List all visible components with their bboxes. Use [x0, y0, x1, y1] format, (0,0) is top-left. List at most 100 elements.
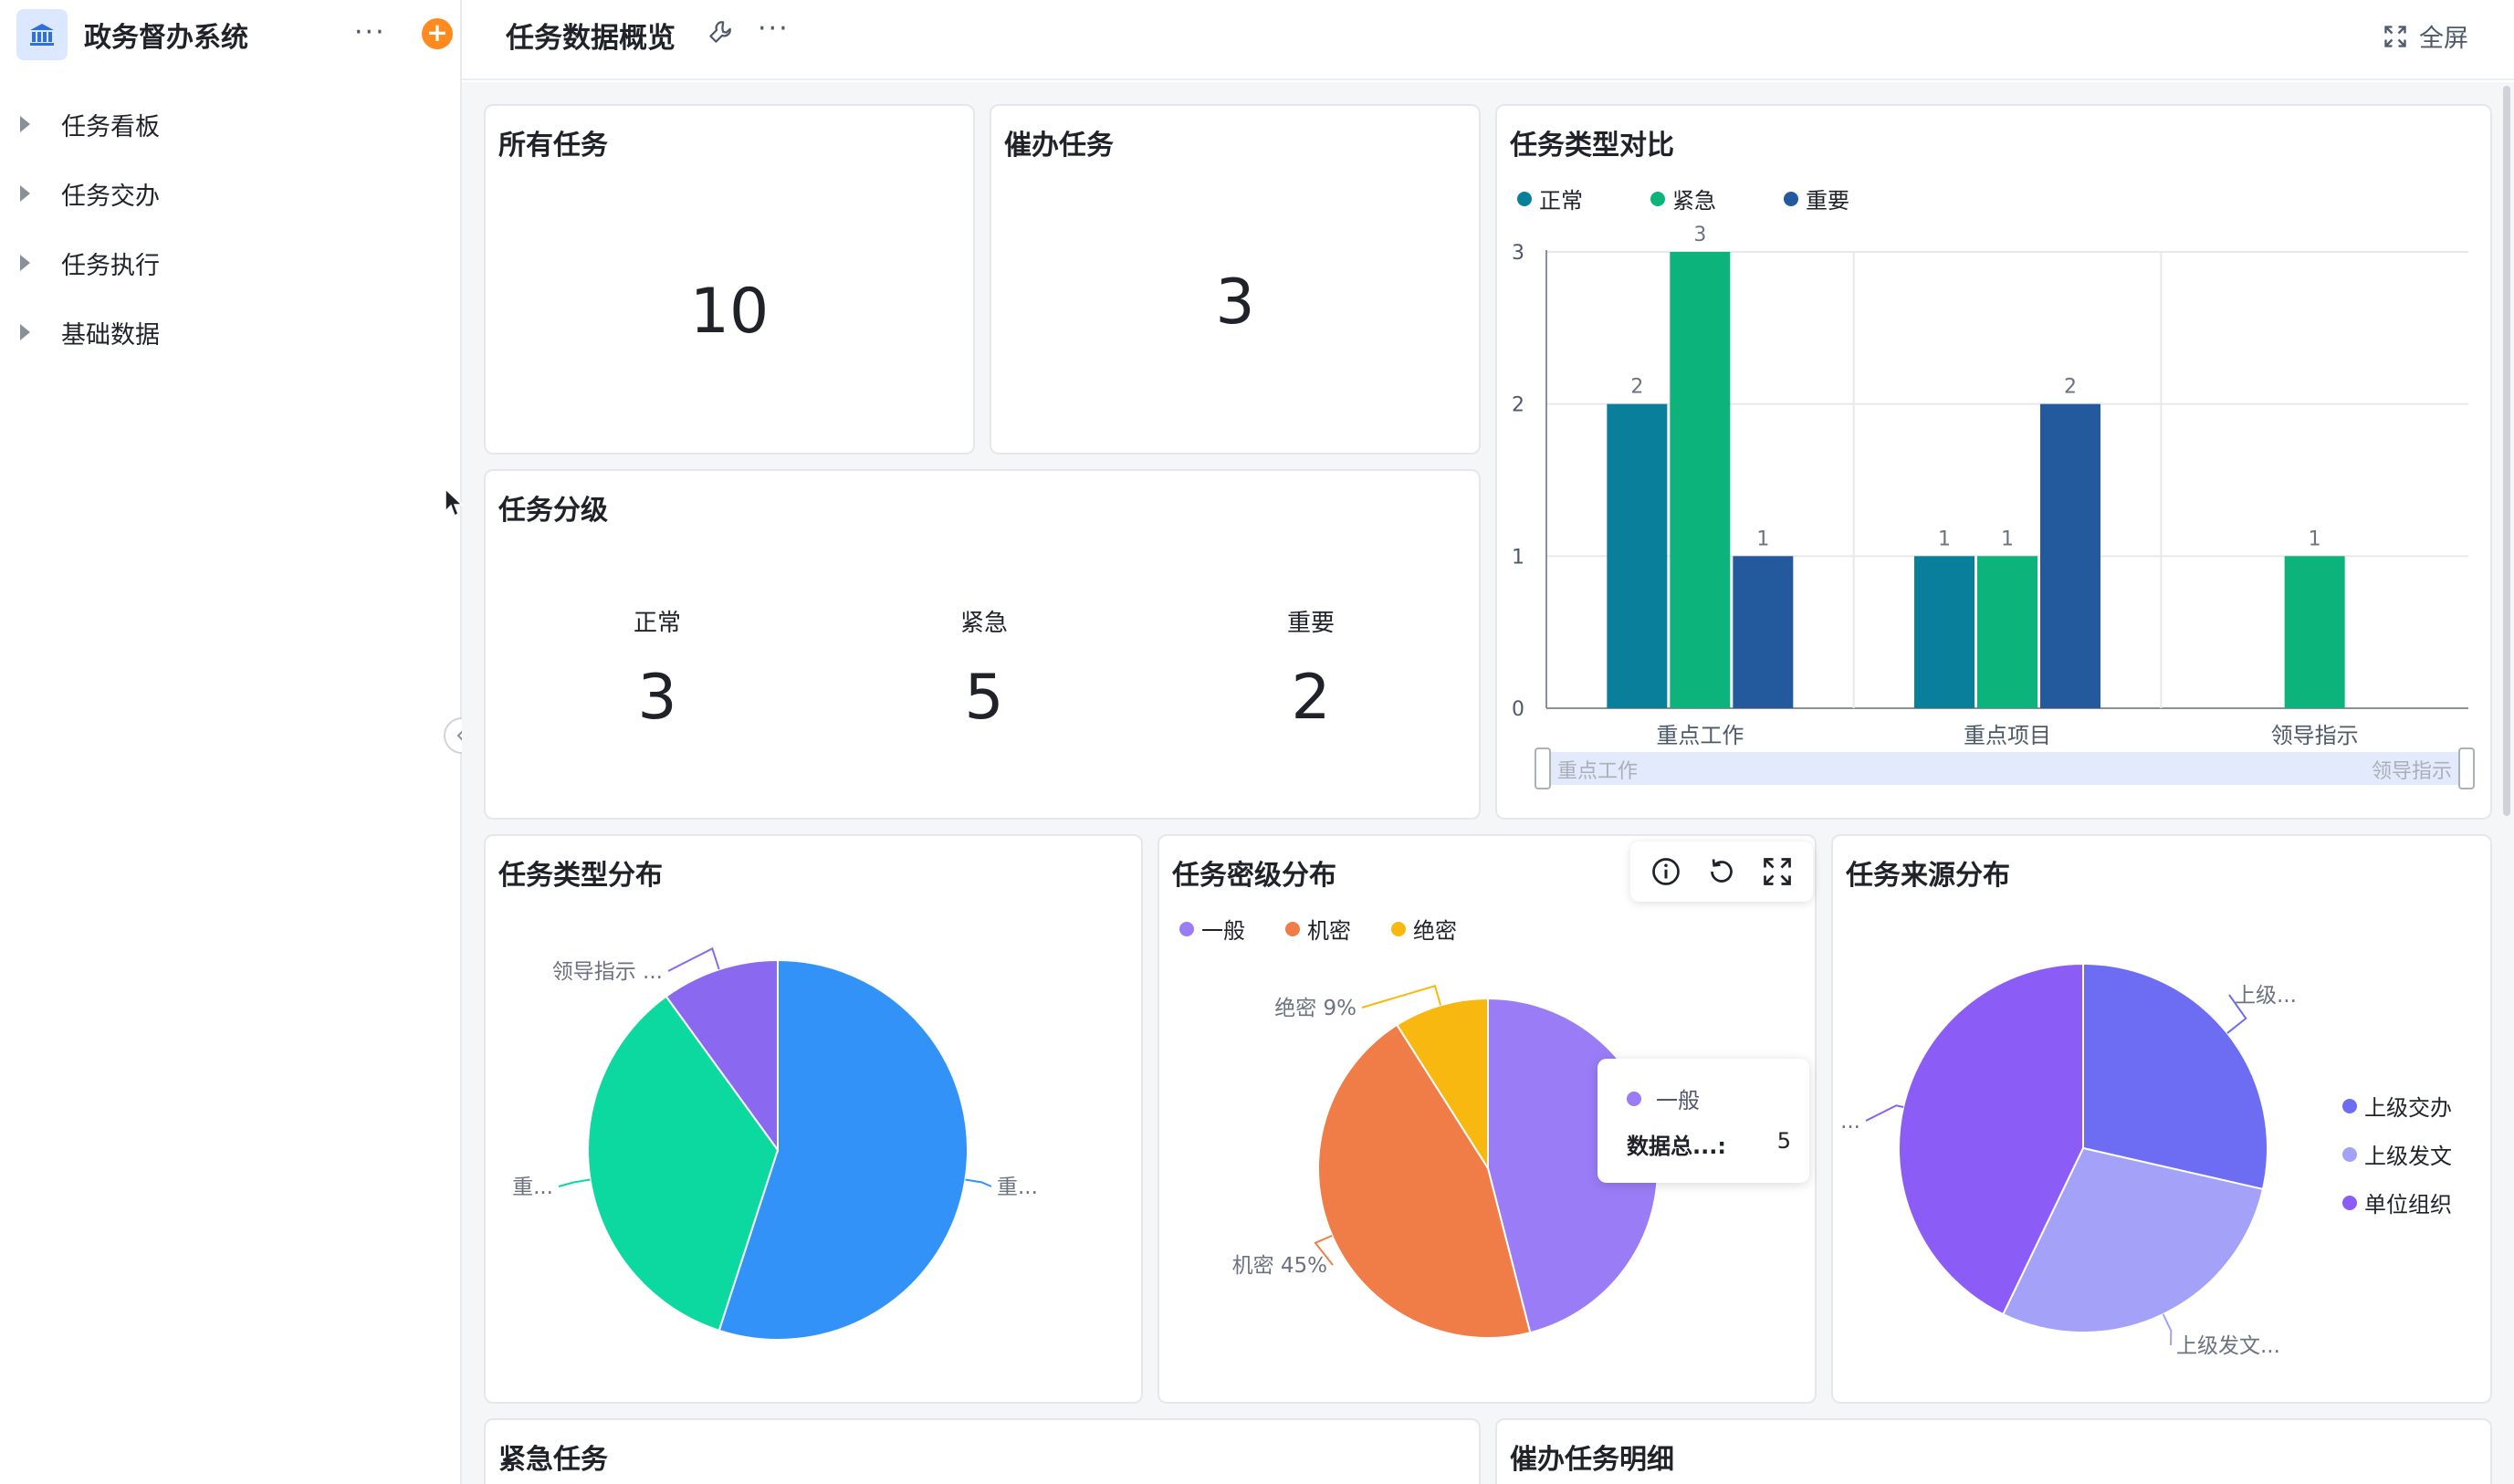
sidebar-item-label: 基础数据: [61, 320, 160, 350]
tooltip-series-name: 一般: [1656, 1088, 1700, 1113]
expand-icon[interactable]: [1761, 855, 1794, 888]
sidebar-more-icon[interactable]: ···: [354, 16, 386, 48]
grade-urgent: 紧急 5: [893, 604, 1075, 734]
pie-slice-label: 重...: [512, 1176, 553, 1199]
legend-label: 上级发文: [2364, 1144, 2452, 1169]
app-title: 政务督办系统: [84, 22, 248, 54]
mouse-cursor-icon: [445, 487, 464, 517]
bar-value-label: 1: [1756, 528, 1769, 550]
bar: [1914, 556, 1975, 708]
legend-dot: [2342, 1098, 2357, 1113]
bar-value-label: 1: [1938, 528, 1951, 550]
chart-toolbar: [1630, 841, 1813, 902]
legend-dot: [2342, 1195, 2357, 1210]
legend-item-assign[interactable]: 上级交办: [2342, 1090, 2452, 1122]
bar-value-label: 2: [2064, 376, 2077, 399]
task-type-compare-card: 任务类型对比 正常 紧急 重要 0 1 2 3 重点工作 2 3 1 重点项目 1 1 2 领导指示 1 重…: [1495, 104, 2492, 820]
bar-value-label: 1: [2001, 528, 2014, 550]
pie-leader-line: [1865, 1104, 1904, 1122]
urge-detail-card: 催办任务明细: [1495, 1418, 2492, 1484]
add-icon[interactable]: +: [422, 18, 453, 49]
legend-item-doc[interactable]: 上级发文: [2342, 1138, 2452, 1170]
info-icon[interactable]: [1650, 855, 1682, 888]
legend-label: 上级交办: [2364, 1095, 2452, 1121]
bar: [2040, 403, 2100, 708]
pie-leader-line: [667, 946, 720, 972]
y-tick-label: 2: [1512, 394, 1524, 417]
bar: [1607, 403, 1668, 708]
pie-slice-label: 重...: [997, 1176, 1038, 1199]
caret-right-icon: [20, 324, 30, 340]
data-zoom-start-label: 重点工作: [1557, 760, 1638, 783]
sidebar-item-task-execute[interactable]: 任务执行: [20, 235, 440, 290]
expand-icon: [2384, 25, 2406, 47]
pie-slice-label: 绝密 9%: [1274, 997, 1357, 1020]
pie-leader-line: [1361, 985, 1442, 1008]
refresh-icon[interactable]: [1705, 855, 1738, 888]
y-tick-label: 3: [1512, 242, 1524, 265]
pie-slice-label: 机密 45%: [1232, 1254, 1327, 1278]
bar-value-label: 2: [1630, 376, 1643, 399]
pie-leader-line: [965, 1178, 992, 1187]
pie-slice-label: 上级...: [2235, 984, 2297, 1008]
data-zoom-track: [1543, 752, 2467, 785]
tooltip-series: 一般: [1627, 1082, 1700, 1114]
tooltip-value: 5: [1776, 1128, 1791, 1154]
legend-dot: [2342, 1146, 2357, 1162]
all-tasks-card: 所有任务 10: [484, 104, 975, 455]
task-source-pie-card: 任务来源分布 上级... 上级发文...... 上级交办 上级发文 单位组织: [1831, 834, 2492, 1404]
page-more-icon[interactable]: ···: [758, 13, 790, 45]
wrench-icon[interactable]: [707, 18, 734, 46]
card-title: 紧急任务: [498, 1444, 608, 1476]
grade-important: 重要 2: [1220, 604, 1402, 734]
bar: [1670, 252, 1731, 708]
sidebar: 政务督办系统 ··· + 任务看板 任务交办 任务执行 基础数据: [0, 0, 462, 1484]
bar-chart: 0123重点工作231重点项目1 12领导指示1重点工作 领导指示: [1512, 224, 2475, 789]
tooltip-field: 数据总...:: [1627, 1134, 1726, 1159]
pie-chart-type: 重... 重... 领导指示 ...: [512, 946, 1038, 1341]
sidebar-item-label: 任务执行: [61, 251, 160, 280]
card-title: 催办任务明细: [1510, 1444, 1674, 1476]
urge-tasks-card: 催办任务 3: [990, 104, 1481, 455]
grade-value: 2: [1291, 662, 1331, 734]
data-zoom-handle-left: [1535, 747, 1551, 789]
sidebar-item-task-board[interactable]: 任务看板: [20, 97, 440, 152]
x-tick-label: 领导指示: [2271, 723, 2359, 748]
scrollbar-thumb[interactable]: [2503, 86, 2510, 816]
all-tasks-count: 10: [689, 276, 770, 348]
grade-value: 3: [637, 662, 677, 734]
grade-label: 正常: [633, 610, 681, 637]
bar: [1733, 556, 1794, 708]
card-title: 催办任务: [1004, 130, 1114, 162]
page-title: 任务数据概览: [506, 22, 676, 55]
data-zoom-handle-right: [2458, 747, 2475, 789]
grade-label: 紧急: [959, 610, 1008, 637]
source-legend: 上级交办 上级发文 单位组织: [2342, 1090, 2452, 1218]
data-zoom-end-label: 领导指示: [2372, 760, 2452, 783]
sidebar-item-task-assign[interactable]: 任务交办: [20, 166, 440, 221]
y-tick-label: 0: [1512, 698, 1524, 721]
sidebar-item-label: 任务看板: [61, 112, 160, 141]
caret-right-icon: [20, 185, 30, 202]
task-grade-card: 任务分级 正常 3 紧急 5 重要 2: [484, 469, 1481, 820]
grade-value: 5: [964, 662, 1004, 734]
fullscreen-button[interactable]: 全屏: [2383, 18, 2468, 54]
x-tick-label: 重点项目: [1964, 723, 2051, 748]
pie-slice-label: ...: [1840, 1110, 1860, 1134]
x-tick-label: 重点工作: [1656, 723, 1744, 748]
pie-leader-line: [2162, 1313, 2173, 1346]
pie-leader-line: [558, 1178, 591, 1187]
tooltip-dot: [1627, 1091, 1641, 1106]
legend-item-org[interactable]: 单位组织: [2342, 1186, 2452, 1218]
urgent-tasks-card: 紧急任务: [484, 1418, 1481, 1484]
pie-slice-label: 上级发文...: [2176, 1334, 2280, 1358]
sidebar-item-base-data[interactable]: 基础数据: [20, 305, 440, 360]
caret-right-icon: [20, 255, 30, 271]
legend-label: 单位组织: [2364, 1192, 2452, 1218]
grade-normal: 正常 3: [566, 604, 749, 734]
caret-right-icon: [20, 116, 30, 132]
app-logo-icon: [16, 9, 68, 60]
urge-tasks-count: 3: [1215, 266, 1255, 339]
sidebar-item-label: 任务交办: [61, 182, 160, 211]
topbar: 任务数据概览 ··· 全屏: [462, 0, 2514, 80]
